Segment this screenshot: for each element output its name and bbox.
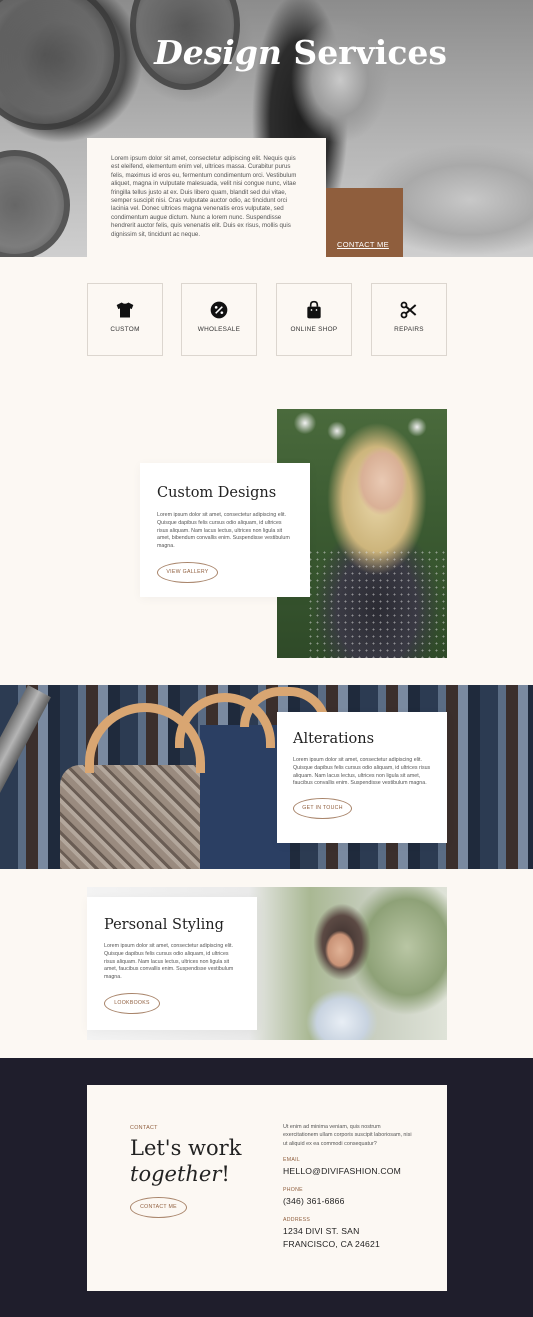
alterations-text: Lorem ipsum dolor sit amet, consectetur … bbox=[293, 757, 431, 787]
alterations-section: Alterations Lorem ipsum dolor sit amet, … bbox=[0, 685, 533, 869]
contact-me-button[interactable]: CONTACT ME bbox=[130, 1197, 187, 1218]
tshirt-icon bbox=[116, 302, 134, 318]
dress-pattern bbox=[307, 549, 447, 658]
rack-pole bbox=[0, 685, 51, 869]
hero-photo-washer bbox=[0, 150, 70, 257]
lookbooks-button[interactable]: LOOKBOOKS bbox=[104, 992, 160, 1014]
service-online-shop[interactable]: ONLINE SHOP bbox=[276, 283, 352, 356]
custom-designs-text: Lorem ipsum dolor sit amet, consectetur … bbox=[157, 512, 290, 550]
alterations-heading: Alterations bbox=[293, 731, 375, 747]
service-label: ONLINE SHOP bbox=[290, 326, 338, 333]
phone-link[interactable]: (346) 361-6866 bbox=[283, 1195, 345, 1208]
hero-body-text: Lorem ipsum dolor sit amet, consectetur … bbox=[111, 155, 297, 238]
custom-designs-heading: Custom Designs bbox=[157, 485, 277, 501]
shopping-bag-icon bbox=[307, 300, 321, 319]
view-gallery-button[interactable]: VIEW GALLERY bbox=[157, 561, 218, 583]
service-custom[interactable]: CUSTOM bbox=[87, 283, 163, 356]
hero-contact-block: CONTACT ME bbox=[326, 188, 403, 257]
service-repairs[interactable]: REPAIRS bbox=[371, 283, 447, 356]
service-label: CUSTOM bbox=[110, 326, 140, 333]
hero-photo-washer bbox=[0, 0, 120, 130]
phone-label: PHONE bbox=[283, 1187, 303, 1193]
scissors-icon bbox=[400, 301, 417, 319]
personal-styling-heading: Personal Styling bbox=[104, 917, 224, 933]
get-in-touch-button[interactable]: GET IN TOUCH bbox=[293, 798, 352, 820]
alterations-card: Alterations Lorem ipsum dolor sit amet, … bbox=[277, 712, 447, 843]
contact-me-link[interactable]: CONTACT ME bbox=[337, 240, 389, 249]
hero-intro-card: Lorem ipsum dolor sit amet, consectetur … bbox=[87, 138, 326, 257]
hero-section: Design Services Lorem ipsum dolor sit am… bbox=[0, 0, 533, 257]
personal-styling-card: Personal Styling Lorem ipsum dolor sit a… bbox=[87, 897, 257, 1030]
address-text: 1234 DIVI ST. SAN FRANCISCO, CA 24621 bbox=[283, 1226, 380, 1249]
email-label: EMAIL bbox=[283, 1157, 301, 1163]
service-label: REPAIRS bbox=[394, 326, 424, 333]
contact-card: CONTACT Let's work together! CONTACT ME … bbox=[87, 1085, 447, 1291]
personal-styling-text: Lorem ipsum dolor sit amet, consectetur … bbox=[104, 943, 234, 981]
contact-intro-text: Ut enim ad minima veniam, quis nostrum e… bbox=[283, 1124, 412, 1147]
service-label: WHOLESALE bbox=[197, 326, 241, 333]
contact-heading: Let's work together! bbox=[130, 1136, 242, 1186]
percent-icon bbox=[210, 301, 228, 319]
address-label: ADDRESS bbox=[283, 1217, 311, 1223]
service-wholesale[interactable]: WHOLESALE bbox=[181, 283, 257, 356]
email-link[interactable]: HELLO@DIVIFASHION.COM bbox=[283, 1165, 401, 1178]
page-title: Design Services bbox=[154, 33, 447, 72]
custom-designs-card: Custom Designs Lorem ipsum dolor sit ame… bbox=[140, 463, 310, 597]
contact-eyebrow: CONTACT bbox=[130, 1125, 158, 1131]
